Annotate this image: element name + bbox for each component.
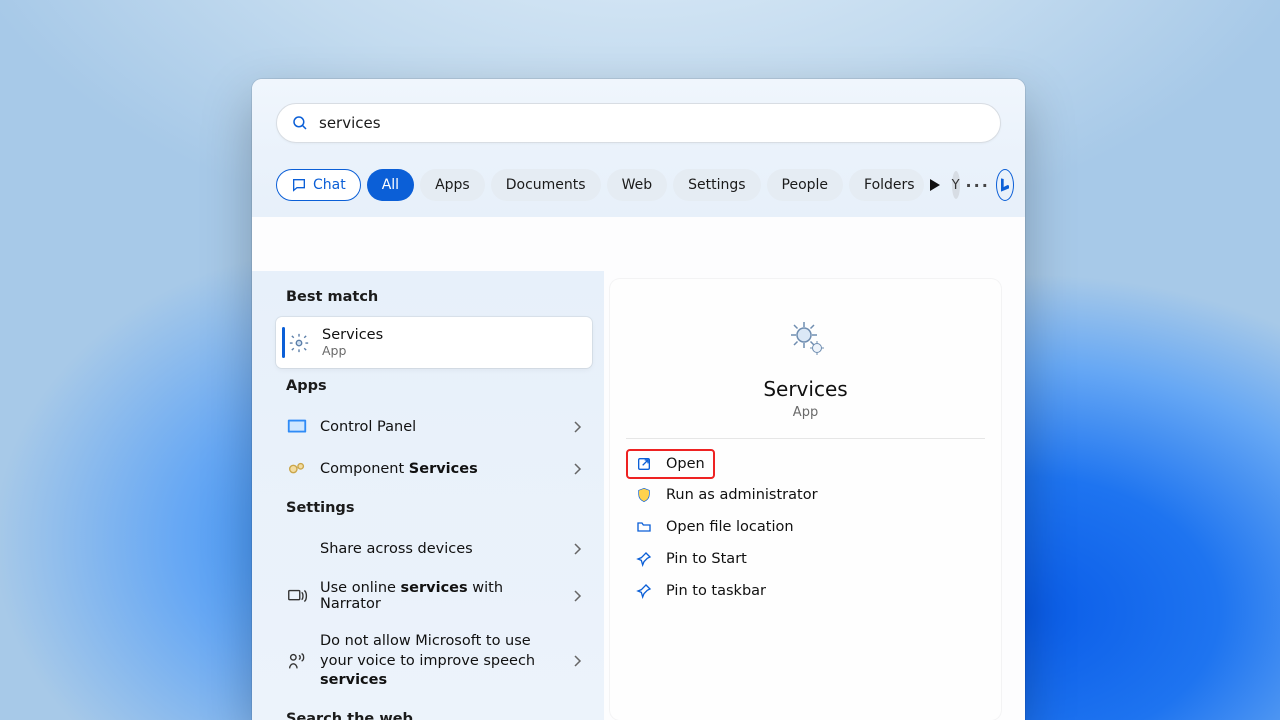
- scope-documents[interactable]: Documents: [491, 169, 601, 201]
- open-icon: [636, 456, 652, 472]
- chevron-right-icon: [572, 463, 582, 475]
- chat-chip[interactable]: Chat: [276, 169, 361, 201]
- chat-icon: [291, 177, 307, 193]
- more-icon[interactable]: ···: [966, 171, 990, 199]
- chevron-right-icon: [572, 421, 582, 433]
- component-services-icon: [286, 458, 308, 480]
- apps-item-component-services[interactable]: Component Services: [276, 448, 592, 490]
- action-pin-to-taskbar[interactable]: Pin to taskbar: [626, 575, 985, 607]
- search-input[interactable]: [319, 114, 986, 132]
- action-open-file-location[interactable]: Open file location: [626, 511, 985, 543]
- action-pin-to-start[interactable]: Pin to Start: [626, 543, 985, 575]
- apps-item-control-panel[interactable]: Control Panel: [276, 406, 592, 448]
- best-match-subtitle: App: [322, 343, 383, 358]
- services-app-icon: [782, 313, 830, 365]
- scope-web[interactable]: Web: [607, 169, 668, 201]
- settings-item-share-devices[interactable]: Share across devices: [276, 528, 592, 570]
- start-search-panel: Chat All Apps Documents Web Settings Peo…: [252, 79, 1025, 720]
- results-column: Best match Services App Apps Control Pan…: [252, 271, 604, 720]
- best-match-item[interactable]: Services App: [276, 317, 592, 368]
- filter-row: Chat All Apps Documents Web Settings Peo…: [252, 157, 1025, 217]
- speech-icon: [286, 650, 308, 672]
- chevron-right-icon: [572, 590, 582, 602]
- search-box[interactable]: [276, 103, 1001, 143]
- bing-icon: [997, 177, 1013, 193]
- best-match-heading: Best match: [276, 279, 592, 317]
- chevron-right-icon: [572, 543, 582, 555]
- services-gear-icon: [288, 332, 310, 354]
- control-panel-icon: [286, 416, 308, 438]
- pin-icon: [636, 583, 652, 599]
- scroll-right-icon[interactable]: [930, 171, 940, 199]
- narrator-icon: [286, 585, 308, 607]
- folder-icon: [636, 519, 652, 535]
- settings-item-speech-privacy[interactable]: Do not allow Microsoft to use your voice…: [276, 622, 592, 701]
- scope-folders[interactable]: Folders: [849, 169, 924, 201]
- best-match-title: Services: [322, 327, 383, 343]
- chat-label: Chat: [313, 177, 346, 193]
- web-heading: Search the web: [276, 701, 592, 720]
- chevron-right-icon: [572, 655, 582, 667]
- action-open[interactable]: Open: [626, 449, 715, 479]
- scope-all[interactable]: All: [367, 169, 414, 201]
- action-run-as-admin[interactable]: Run as administrator: [626, 479, 985, 511]
- pin-icon: [636, 551, 652, 567]
- preview-pane: Services App Open Run as administrator O…: [610, 279, 1001, 720]
- settings-item-narrator-services[interactable]: Use online services with Narrator: [276, 570, 592, 622]
- apps-heading: Apps: [276, 368, 592, 406]
- bing-chat-button[interactable]: [996, 169, 1014, 201]
- preview-title: Services: [626, 377, 985, 401]
- shield-icon: [636, 487, 652, 503]
- user-avatar[interactable]: Y: [952, 171, 960, 199]
- scope-apps[interactable]: Apps: [420, 169, 485, 201]
- search-icon: [291, 114, 309, 132]
- scope-people[interactable]: People: [767, 169, 844, 201]
- preview-subtitle: App: [626, 405, 985, 420]
- scope-settings[interactable]: Settings: [673, 169, 760, 201]
- settings-heading: Settings: [276, 490, 592, 528]
- search-area: [252, 79, 1025, 157]
